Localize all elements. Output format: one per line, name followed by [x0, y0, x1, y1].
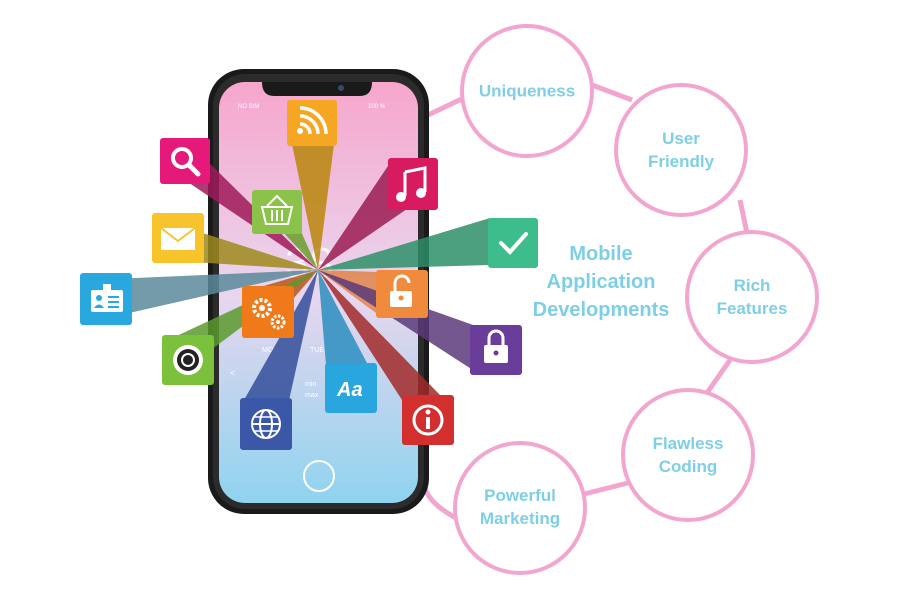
- max-label: max: [305, 392, 319, 399]
- day-label-tue: TUE: [310, 347, 324, 354]
- phone-notch: [262, 82, 372, 96]
- status-right: 100 %: [368, 104, 386, 110]
- label-powerful-marketing-line2: Marketing: [479, 509, 561, 528]
- label-flawless-coding: Flawless Coding: [653, 432, 724, 478]
- label-user-friendly: User Friendly: [648, 127, 714, 173]
- label-uniqueness-line1: Uniqueness: [478, 81, 576, 101]
- label-rich-features-line2: Features: [716, 299, 788, 318]
- label-uniqueness: Uniqueness: [479, 80, 575, 103]
- camera-dot: [338, 85, 344, 91]
- record-icon[interactable]: [162, 335, 214, 385]
- lock-icon[interactable]: [470, 325, 522, 375]
- label-powerful-marketing-line1: Powerful: [484, 486, 556, 505]
- music-icon[interactable]: [388, 158, 438, 210]
- mail-icon[interactable]: [152, 213, 204, 263]
- wifi-icon[interactable]: [287, 100, 337, 146]
- label-powerful-marketing: Powerful Marketing: [480, 484, 560, 530]
- center-title-line2: Application: [546, 271, 656, 293]
- font-icon-text: Aa: [336, 379, 363, 401]
- label-flawless-coding-line1: Flawless: [652, 434, 724, 453]
- label-user-friendly-line1: User: [662, 129, 700, 148]
- center-title-line1: Mobile: [569, 243, 633, 265]
- label-rich-features-line1: Rich: [733, 276, 771, 295]
- status-left: NO SIM: [238, 104, 259, 110]
- min-label: min: [305, 381, 316, 388]
- search-icon[interactable]: [160, 138, 210, 184]
- globe-icon[interactable]: [240, 398, 292, 450]
- back-glyph: <: [230, 368, 235, 378]
- center-title-line3: Developments: [532, 299, 670, 321]
- id-card-icon[interactable]: [80, 273, 132, 325]
- settings-icon[interactable]: [242, 286, 294, 338]
- label-flawless-coding-line2: Coding: [658, 457, 718, 476]
- check-icon[interactable]: [488, 218, 538, 268]
- label-user-friendly-line2: Friendly: [647, 152, 715, 171]
- center-title: Mobile Application Developments: [533, 240, 670, 324]
- info-icon[interactable]: [402, 395, 454, 445]
- label-rich-features: Rich Features: [717, 274, 788, 320]
- basket-icon[interactable]: [252, 190, 302, 234]
- unlock-icon[interactable]: [376, 270, 428, 318]
- font-icon[interactable]: Aa: [325, 363, 377, 413]
